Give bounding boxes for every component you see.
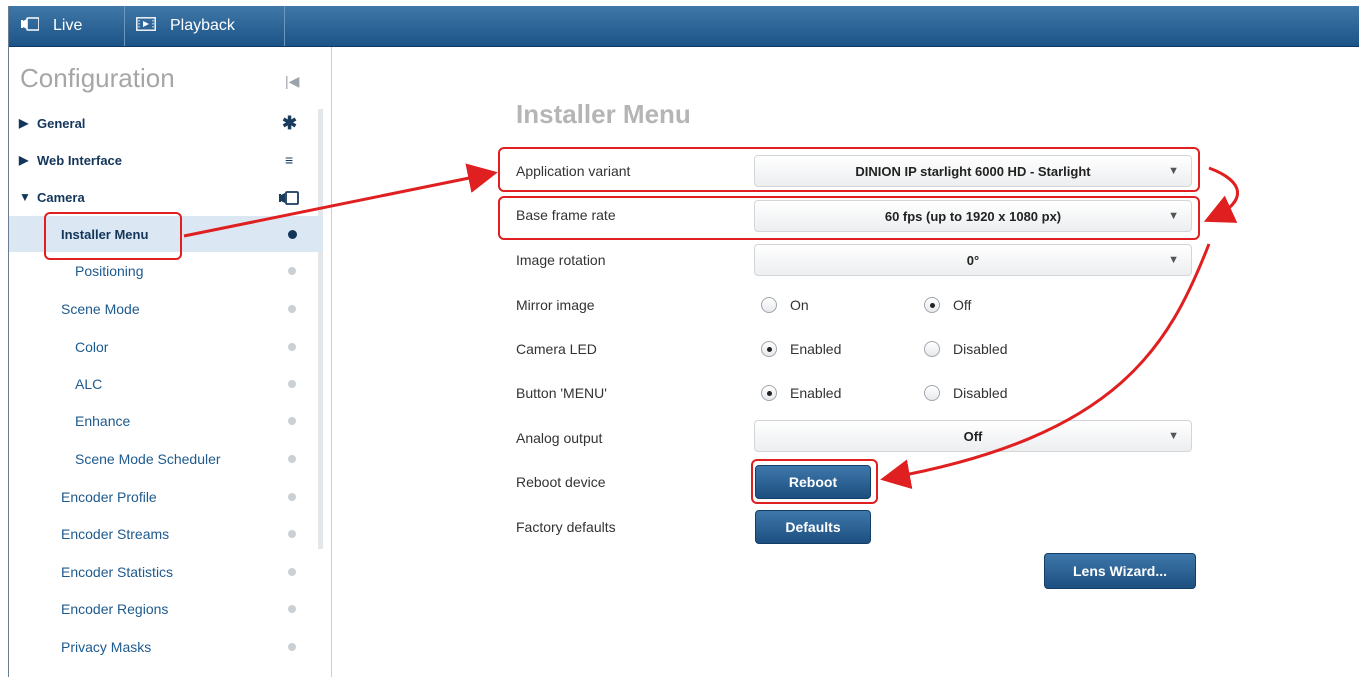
tab-playback-label: Playback — [170, 17, 235, 34]
menu-disabled-radio[interactable]: Disabled — [924, 385, 1007, 401]
sidebar-item-label: General — [37, 115, 86, 131]
radio-label: Disabled — [953, 385, 1008, 401]
analog-output-label: Analog output — [516, 430, 603, 446]
sidebar-item-label: Encoder Streams — [61, 526, 170, 542]
radio-label: On — [790, 297, 809, 313]
sidebar-item-alc[interactable]: ALC — [9, 366, 323, 402]
radio-circle-selected[interactable] — [761, 341, 777, 357]
radio-circle[interactable] — [924, 341, 940, 357]
bullet-icon — [288, 530, 296, 538]
annotation-highlight-base-frame-rate — [498, 196, 1200, 240]
expand-icon: ▶ — [19, 153, 29, 167]
sidebar-item-label: Enhance — [75, 413, 131, 429]
sidebar-item-web-interface[interactable]: ▶ Web Interface ≡ — [9, 142, 323, 178]
image-rotation-label: Image rotation — [516, 252, 606, 268]
sidebar-item-camera[interactable]: ▼ Camera — [9, 179, 323, 215]
mirror-on-radio[interactable]: On — [761, 297, 809, 313]
led-enabled-radio[interactable]: Enabled — [761, 341, 841, 357]
radio-label: Enabled — [790, 341, 842, 357]
sidebar-item-label: Privacy Masks — [61, 639, 152, 655]
annotation-highlight-installer-menu — [44, 212, 182, 260]
sidebar-item-label: Encoder Profile — [61, 489, 157, 505]
active-bullet-icon — [288, 229, 297, 239]
analog-output-select[interactable]: Off ▼ — [754, 420, 1192, 452]
sidebar-item-label: Positioning — [75, 263, 144, 279]
main-content: Installer Menu Application variant DINIO… — [332, 47, 1359, 677]
sidebar-item-scene-mode[interactable]: Scene Mode — [9, 291, 323, 327]
annotation-highlight-application-variant — [498, 147, 1200, 192]
sidebar-item-label: Encoder Regions — [61, 601, 169, 617]
page-title: Installer Menu — [516, 99, 691, 129]
collapse-icon: ▼ — [19, 190, 31, 204]
sidebar-title: Configuration — [20, 63, 175, 93]
sidebar-item-enhance[interactable]: Enhance — [9, 403, 323, 439]
radio-label: Enabled — [790, 385, 842, 401]
tab-live-label: Live — [53, 17, 83, 34]
bullet-icon — [288, 643, 296, 651]
sidebar-item-label: Web Interface — [37, 152, 123, 168]
sidebar-item-scene-mode-scheduler[interactable]: Scene Mode Scheduler — [9, 441, 323, 477]
sidebar-item-label: Encoder Statistics — [61, 564, 174, 580]
factory-defaults-label: Factory defaults — [516, 519, 616, 535]
sidebar-item-label: Scene Mode — [61, 301, 140, 317]
sidebar: Configuration |◀ ▶ General ✱ ▶ Web Inter… — [9, 47, 332, 677]
radio-label: Off — [953, 297, 972, 313]
camera-led-label: Camera LED — [516, 341, 597, 357]
image-rotation-select[interactable]: 0° ▼ — [754, 244, 1192, 276]
bullet-icon — [288, 568, 296, 576]
sidebar-item-encoder-regions[interactable]: Encoder Regions — [9, 591, 323, 627]
playback-icon — [136, 16, 156, 36]
sidebar-item-privacy-masks[interactable]: Privacy Masks — [9, 629, 323, 665]
led-disabled-radio[interactable]: Disabled — [924, 341, 1007, 357]
sidebar-item-label: Scene Mode Scheduler — [75, 451, 221, 467]
radio-circle-selected[interactable] — [924, 297, 940, 313]
sidebar-item-label: Camera — [37, 189, 85, 205]
radio-label: Disabled — [953, 341, 1008, 357]
bullet-icon — [288, 267, 296, 275]
radio-circle-selected[interactable] — [761, 385, 777, 401]
defaults-button[interactable]: Defaults — [755, 510, 871, 544]
sidebar-item-encoder-profile[interactable]: Encoder Profile — [9, 479, 323, 515]
bullet-icon — [288, 417, 296, 425]
sidebar-item-encoder-statistics[interactable]: Encoder Statistics — [9, 554, 323, 590]
bullet-icon — [288, 343, 296, 351]
sidebar-item-encoder-streams[interactable]: Encoder Streams — [9, 516, 323, 552]
bullet-icon — [288, 305, 296, 313]
sidebar-item-color[interactable]: Color — [9, 329, 323, 365]
collapse-sidebar-icon[interactable]: |◀ — [285, 73, 299, 90]
annotation-highlight-reboot — [751, 459, 878, 504]
sidebar-item-label: Color — [75, 339, 109, 355]
tab-playback[interactable]: Playback — [124, 6, 285, 46]
camera-icon — [21, 16, 40, 36]
menu-icon: ≡ — [285, 152, 294, 168]
lens-wizard-button[interactable]: Lens Wizard... — [1044, 553, 1196, 589]
sidebar-item-label: ALC — [75, 376, 103, 392]
reboot-device-label: Reboot device — [516, 474, 606, 490]
dropdown-arrow-icon: ▼ — [1168, 430, 1179, 442]
dropdown-arrow-icon: ▼ — [1168, 254, 1179, 266]
top-nav-bar: Live Playback — [9, 6, 1359, 47]
bullet-icon — [288, 380, 296, 388]
button-menu-label: Button 'MENU' — [516, 385, 607, 401]
bullet-icon — [288, 493, 296, 501]
radio-circle[interactable] — [761, 297, 777, 313]
camera-icon — [279, 189, 299, 210]
tab-live[interactable]: Live — [9, 6, 125, 46]
bullet-icon — [288, 605, 296, 613]
sidebar-item-general[interactable]: ▶ General ✱ — [9, 105, 323, 141]
bullet-icon — [288, 455, 296, 463]
gear-icon: ✱ — [282, 112, 298, 133]
select-value: 0° — [966, 252, 980, 268]
mirror-off-radio[interactable]: Off — [924, 297, 971, 313]
radio-circle[interactable] — [924, 385, 940, 401]
select-value: Off — [963, 428, 983, 444]
expand-icon: ▶ — [19, 116, 29, 130]
mirror-image-label: Mirror image — [516, 297, 595, 313]
app-frame: Live Playback Configuration |◀ ▶ General… — [8, 6, 1359, 677]
menu-enabled-radio[interactable]: Enabled — [761, 385, 841, 401]
